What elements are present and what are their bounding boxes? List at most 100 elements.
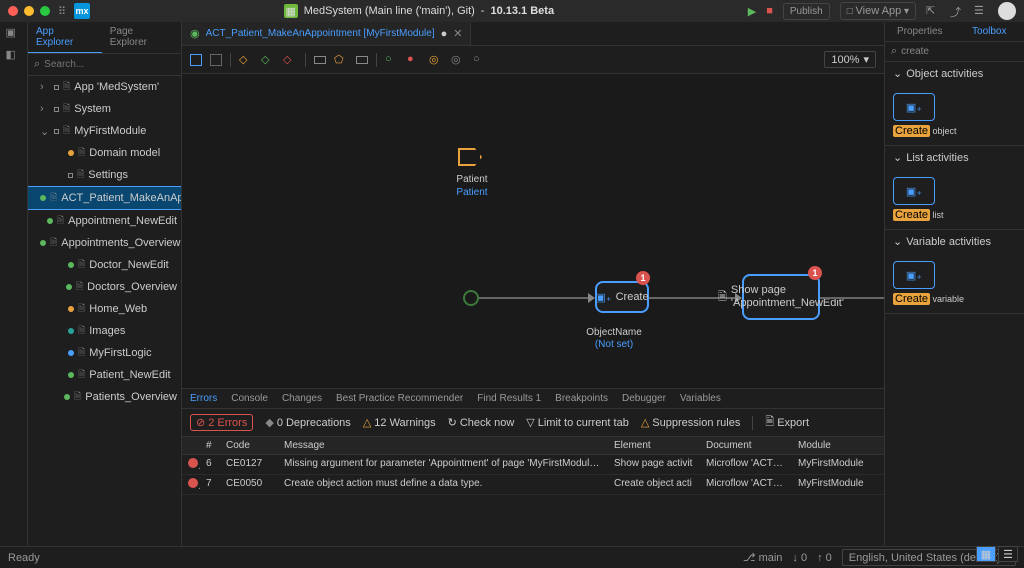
tree-node[interactable]: 🗎Home_Web — [28, 298, 181, 320]
bottom-tab[interactable]: Breakpoints — [555, 393, 608, 404]
tree-node[interactable]: 🗎Appointments_Overview — [28, 232, 181, 254]
share-icon[interactable]: ⇱ — [926, 4, 940, 18]
bottom-tab[interactable]: Find Results 1 — [477, 393, 541, 404]
titlebar: ⠿ mx ▦ MedSystem (Main line ('main'), Gi… — [0, 0, 1024, 22]
tree-node[interactable]: 🗎Patients_Overview — [28, 386, 181, 408]
check-now-button[interactable]: ↻Check now — [448, 416, 515, 429]
tree-node[interactable]: 🗎Patient_NewEdit — [28, 364, 181, 386]
bottom-tab[interactable]: Console — [231, 393, 268, 404]
limit-toggle[interactable]: ▽Limit to current tab — [526, 416, 629, 429]
microflow-canvas[interactable]: Patient Patient ▣₊ Create 1 ObjectName (… — [182, 74, 884, 388]
incoming-count[interactable]: ↓ 0 — [792, 552, 807, 564]
stop-button[interactable]: ■ — [766, 5, 773, 17]
outgoing-count[interactable]: ↑ 0 — [817, 552, 832, 564]
tree-node[interactable]: 🗎Appointment_NewEdit — [28, 210, 181, 232]
rail-explorer-icon[interactable]: ▣ — [6, 26, 22, 42]
minimize-window[interactable] — [24, 6, 34, 16]
circle-gray2-icon[interactable]: ○ — [473, 53, 487, 67]
toolbox-item[interactable]: ▣₊ — [893, 177, 935, 205]
error-row[interactable]: 7CE0050Create object action must define … — [182, 475, 884, 495]
chevron-down-icon: ▾ — [863, 53, 869, 66]
tool-pan-icon[interactable] — [210, 54, 222, 66]
tab-toolbox[interactable]: Toolbox — [955, 22, 1024, 41]
tree-node[interactable]: ›🗎System — [28, 98, 181, 120]
deprecations-filter[interactable]: ◆0 Deprecations — [265, 416, 350, 429]
create-action[interactable]: ▣₊ Create — [595, 281, 649, 313]
bottom-tab[interactable]: Changes — [282, 393, 322, 404]
toolbox-search: ⌕ ✕ — [885, 42, 1024, 62]
bottom-tab[interactable]: Errors — [190, 393, 217, 404]
circle-orange-icon[interactable]: ◎ — [429, 53, 443, 67]
diamond-green-icon[interactable]: ◇ — [261, 53, 275, 67]
diamond-red-icon[interactable]: ◇ — [283, 53, 297, 67]
create-action-label: Create — [616, 291, 649, 303]
publish-button[interactable]: Publish — [783, 3, 830, 20]
user-avatar[interactable] — [998, 2, 1016, 20]
errors-table: # Code Message Element Document Module 6… — [182, 437, 884, 546]
view-app-button[interactable]: □ View App ▾ — [840, 2, 916, 20]
diamond-yellow-icon[interactable]: ◇ — [239, 53, 253, 67]
apps-icon[interactable]: ⠿ — [58, 5, 66, 18]
errors-filter[interactable]: ⊘2 Errors — [190, 414, 253, 431]
error-badge[interactable]: 1 — [808, 266, 822, 280]
explorer-search-input[interactable] — [44, 59, 176, 70]
tree-node[interactable]: 🗎Doctors_Overview — [28, 276, 181, 298]
bottom-panel-tabs: Errors Console Changes Best Practice Recomm… — [182, 389, 884, 409]
page-icon: 🗎 — [718, 288, 727, 307]
parameter-type: Patient — [452, 187, 492, 198]
toolbox-item[interactable]: ▣₊ — [893, 93, 935, 121]
explorer-search: ⌕ — [28, 54, 181, 76]
explorer-panel: App Explorer Page Explorer ⌕ ›🗎App 'MedS… — [28, 22, 182, 546]
parameter-node[interactable] — [458, 148, 482, 166]
section-header[interactable]: ⌄List activities — [885, 146, 1024, 169]
tab-page-explorer[interactable]: Page Explorer — [102, 22, 181, 53]
error-row[interactable]: 6CE0127Missing argument for parameter 'A… — [182, 455, 884, 475]
warnings-filter[interactable]: △12 Warnings — [363, 416, 436, 429]
maximize-window[interactable] — [40, 6, 50, 16]
tree-node[interactable]: 🗎Doctor_NewEdit — [28, 254, 181, 276]
zoom-selector[interactable]: 100% ▾ — [824, 51, 876, 68]
suppression-button[interactable]: △Suppression rules — [641, 416, 741, 429]
section-header[interactable]: ⌄Object activities — [885, 62, 1024, 85]
tree-node[interactable]: ⌄🗎MyFirstModule — [28, 120, 181, 142]
rect-icon[interactable] — [314, 56, 326, 64]
toolbox-item[interactable]: ▣₊ — [893, 261, 935, 289]
export-button[interactable]: 🗎Export — [765, 413, 809, 432]
run-button[interactable]: ▶ — [748, 5, 756, 18]
circle-green-icon[interactable]: ○ — [385, 53, 399, 67]
microflow-icon: ◉ — [190, 27, 200, 40]
grid-view-button[interactable]: ▦ — [976, 546, 996, 562]
rect2-icon[interactable] — [356, 56, 368, 64]
start-event[interactable] — [463, 290, 479, 306]
circle-gray-icon[interactable]: ◎ — [451, 53, 465, 67]
tool-select-icon[interactable] — [190, 54, 202, 66]
close-window[interactable] — [8, 6, 18, 16]
tab-app-explorer[interactable]: App Explorer — [28, 22, 102, 53]
document-tab[interactable]: ◉ ACT_Patient_MakeAnAppointment [MyFirst… — [182, 22, 471, 45]
circle-red-icon[interactable]: ● — [407, 53, 421, 67]
close-tab-icon[interactable]: ✕ — [453, 27, 462, 40]
tree-node[interactable]: 🗎ACT_Patient_MakeAnAppoint... — [28, 186, 181, 210]
bottom-tab[interactable]: Best Practice Recommender — [336, 393, 463, 404]
branch-indicator[interactable]: ⎇ main — [743, 551, 783, 564]
error-badge[interactable]: 1 — [636, 271, 650, 285]
tab-properties[interactable]: Properties — [885, 22, 955, 41]
bottom-tab[interactable]: Variables — [680, 393, 721, 404]
pentagon-icon[interactable]: ⬠ — [334, 53, 348, 67]
toolbox-search-input[interactable] — [901, 46, 1024, 57]
bottom-tab[interactable]: Debugger — [622, 393, 666, 404]
tree-node[interactable]: 🗎Domain model — [28, 142, 181, 164]
tree-node[interactable]: 🗎Settings — [28, 164, 181, 186]
show-page-action[interactable]: 🗎 Show page 'Appointment_NewEdit' — [742, 274, 820, 320]
cart-icon[interactable]: ⤴ — [950, 4, 964, 18]
tree-node[interactable]: 🗎Images — [28, 320, 181, 342]
explorer-tree: ›🗎App 'MedSystem'›🗎System⌄🗎MyFirstModule… — [28, 76, 181, 546]
list-view-button[interactable]: ☰ — [998, 546, 1018, 562]
section-header[interactable]: ⌄Variable activities — [885, 230, 1024, 253]
rail-structure-icon[interactable]: ◧ — [6, 48, 22, 64]
tree-node[interactable]: 🗎MyFirstLogic — [28, 342, 181, 364]
right-panel-tabs: Properties Toolbox — [885, 22, 1024, 42]
status-ready: Ready — [8, 552, 40, 564]
notifications-icon[interactable]: ☰ — [974, 4, 988, 18]
tree-node[interactable]: ›🗎App 'MedSystem' — [28, 76, 181, 98]
